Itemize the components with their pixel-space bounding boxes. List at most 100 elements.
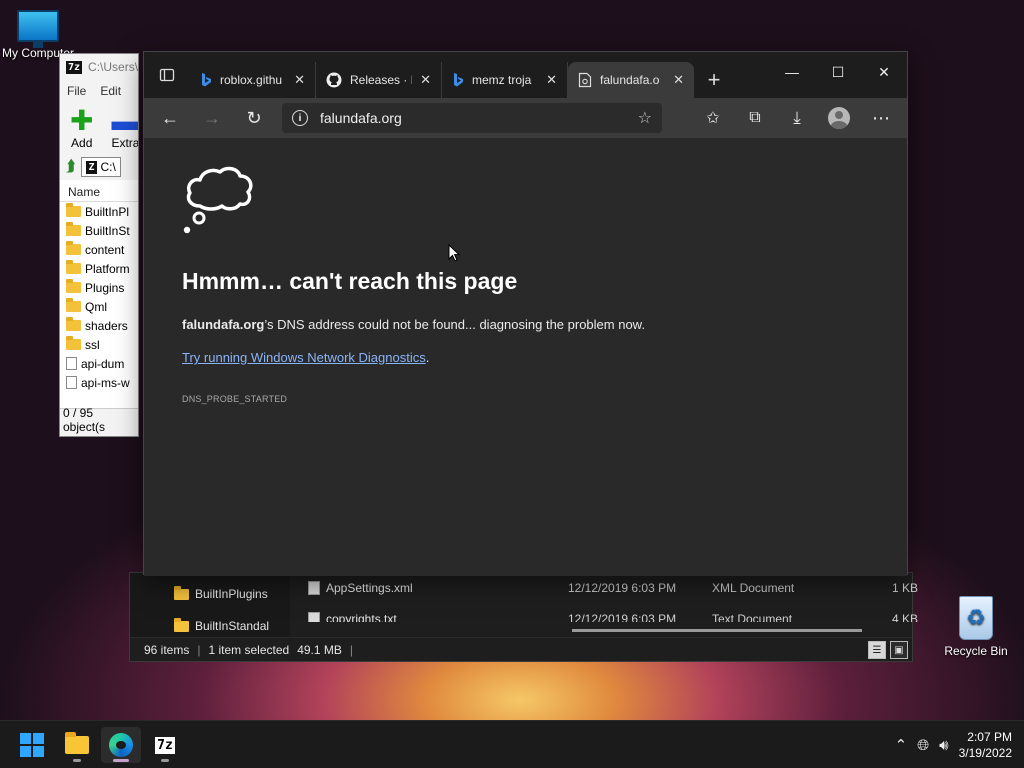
seven-zip-status: 0 / 95 object(s xyxy=(60,406,138,434)
table-row[interactable]: AppSettings.xml 12/12/2019 6:03 PM XML D… xyxy=(308,581,918,595)
list-item[interactable]: Plugins xyxy=(60,278,138,297)
plus-icon: ✚ xyxy=(70,105,94,136)
details-view-icon[interactable]: ☰ xyxy=(868,641,886,659)
close-icon: ✕ xyxy=(878,63,890,80)
horizontal-scrollbar[interactable] xyxy=(572,629,862,632)
forward-button[interactable]: → xyxy=(194,102,230,134)
taskbar-seven-zip[interactable]: 7z xyxy=(145,727,185,763)
menu-edit[interactable]: Edit xyxy=(100,84,121,98)
diagnostics-line: Try running Windows Network Diagnostics. xyxy=(182,350,429,365)
folder-icon xyxy=(66,241,81,255)
list-item[interactable]: Qml xyxy=(60,297,138,316)
clock[interactable]: 2:07 PM 3/19/2022 xyxy=(959,729,1012,761)
list-item-label: BuiltInPl xyxy=(85,204,130,219)
error-page-icon xyxy=(578,72,592,88)
list-item[interactable]: content xyxy=(60,240,138,259)
monitor-icon xyxy=(17,10,59,48)
more-icon: ⋯ xyxy=(872,107,890,128)
file-date: 12/12/2019 6:03 PM xyxy=(568,612,677,622)
add-label: Add xyxy=(71,136,93,150)
network-diagnostics-link[interactable]: Try running Windows Network Diagnostics xyxy=(182,350,426,365)
list-item[interactable]: BuiltInSt xyxy=(60,221,138,240)
refresh-button[interactable]: ↻ xyxy=(236,102,272,134)
settings-more-button[interactable]: ⋯ xyxy=(863,102,899,134)
file-date: 12/12/2019 6:03 PM xyxy=(568,581,677,595)
tab-falundafa[interactable]: falundafa.o ✕ xyxy=(568,62,694,98)
address-text: falundafa.org xyxy=(320,110,402,126)
tab-strip: roblox.githu ✕ Releases · F ✕ memz troja… xyxy=(144,52,907,98)
show-hidden-icons-chevron-icon[interactable]: ⌃ xyxy=(895,736,908,754)
file-explorer-icon xyxy=(65,732,89,754)
folder-up-icon[interactable]: ⮭ xyxy=(66,158,75,176)
collections-button[interactable]: ⧉ xyxy=(737,102,773,134)
folder-icon xyxy=(66,336,81,350)
seven-zip-title: C:\Users\ xyxy=(88,60,139,74)
error-message: falundafa.org’s DNS address could not be… xyxy=(182,317,645,332)
tab-roblox[interactable]: roblox.githu ✕ xyxy=(190,62,316,98)
nav-item[interactable]: BuiltInPlugins xyxy=(174,585,268,601)
profile-button[interactable] xyxy=(821,102,857,134)
list-item[interactable]: shaders xyxy=(60,316,138,335)
add-favorite-icon[interactable]: ☆ xyxy=(638,108,652,128)
extract-button[interactable]: ▬ Extra xyxy=(111,107,138,151)
tab-actions-button[interactable] xyxy=(144,52,190,98)
favorites-star-icon: ✩ xyxy=(706,110,720,127)
menu-file[interactable]: File xyxy=(67,84,86,98)
list-item-label: api-ms-w xyxy=(81,375,130,390)
list-item[interactable]: BuiltInPl xyxy=(60,202,138,221)
close-window-button[interactable]: ✕ xyxy=(861,52,907,92)
seven-zip-address-row: ⮭ Z C:\ xyxy=(60,154,138,180)
volume-icon[interactable]: 🔊︎ xyxy=(939,737,948,754)
seven-zip-titlebar[interactable]: 7z C:\Users\ xyxy=(60,54,138,80)
start-button[interactable] xyxy=(12,727,52,763)
close-tab-icon[interactable]: ✕ xyxy=(294,72,305,88)
file-explorer-window[interactable]: BuiltInPlugins BuiltInStandal AppSetting… xyxy=(129,572,918,662)
list-item[interactable]: Platform xyxy=(60,259,138,278)
nav-item[interactable]: BuiltInStandal xyxy=(174,617,270,633)
column-header-name[interactable]: Name xyxy=(60,182,138,202)
close-tab-icon[interactable]: ✕ xyxy=(673,72,684,88)
tab-releases[interactable]: Releases · F ✕ xyxy=(316,62,442,98)
nav-item-label: BuiltInStandal xyxy=(195,619,270,633)
list-item[interactable]: ssl xyxy=(60,335,138,354)
taskbar-file-explorer[interactable] xyxy=(57,727,97,763)
selected-size: 49.1 MB xyxy=(297,642,342,657)
table-row[interactable]: copyrights.txt 12/12/2019 6:03 PM Text D… xyxy=(308,612,918,622)
minimize-button[interactable]: — xyxy=(769,52,815,92)
new-tab-button[interactable]: + xyxy=(694,62,734,98)
file-name: AppSettings.xml xyxy=(326,581,413,595)
file-icon xyxy=(66,357,77,370)
recycle-bin-desktop-icon[interactable]: ♻ Recycle Bin xyxy=(938,596,1014,658)
large-icons-view-icon[interactable]: ▣ xyxy=(890,641,908,659)
add-button[interactable]: ✚ Add xyxy=(70,105,94,151)
seven-zip-address-text: C:\ xyxy=(100,160,116,174)
taskbar-edge[interactable] xyxy=(101,727,141,763)
windows-start-icon xyxy=(20,733,44,757)
favorites-button[interactable]: ✩ xyxy=(695,102,731,134)
file-size: 4 KB xyxy=(891,612,918,622)
info-icon[interactable]: i xyxy=(292,110,308,126)
close-tab-icon[interactable]: ✕ xyxy=(420,72,431,88)
back-button[interactable]: ← xyxy=(152,102,188,134)
downloads-button[interactable]: ⤓ xyxy=(779,102,815,134)
list-item[interactable]: api-dum xyxy=(60,354,138,373)
folder-icon xyxy=(66,279,81,293)
drive-icon: Z xyxy=(86,160,97,174)
seven-zip-address-field[interactable]: Z C:\ xyxy=(81,157,121,177)
folder-icon xyxy=(66,260,81,274)
address-bar[interactable]: i falundafa.org ☆ xyxy=(282,103,662,133)
maximize-button[interactable]: ☐ xyxy=(815,52,861,92)
error-title: Hmmm… can't reach this page xyxy=(182,268,518,294)
seven-zip-file-list[interactable]: Name BuiltInPl BuiltInSt content Platfor… xyxy=(60,180,138,408)
list-item-label: Plugins xyxy=(85,280,125,295)
close-tab-icon[interactable]: ✕ xyxy=(546,72,557,88)
edge-browser-window[interactable]: roblox.githu ✕ Releases · F ✕ memz troja… xyxy=(143,51,908,576)
seven-zip-window[interactable]: 7z C:\Users\ File Edit ✚ Add ▬ Extra ⮭ Z… xyxy=(59,53,139,437)
minimize-icon: — xyxy=(785,64,799,80)
github-icon xyxy=(326,72,342,88)
tab-memz[interactable]: memz troja ✕ xyxy=(442,62,568,98)
network-globe-icon[interactable]: 🌐︎ xyxy=(917,737,929,754)
folder-icon xyxy=(66,317,81,331)
list-item[interactable]: api-ms-w xyxy=(60,373,138,392)
active-indicator xyxy=(113,759,129,762)
